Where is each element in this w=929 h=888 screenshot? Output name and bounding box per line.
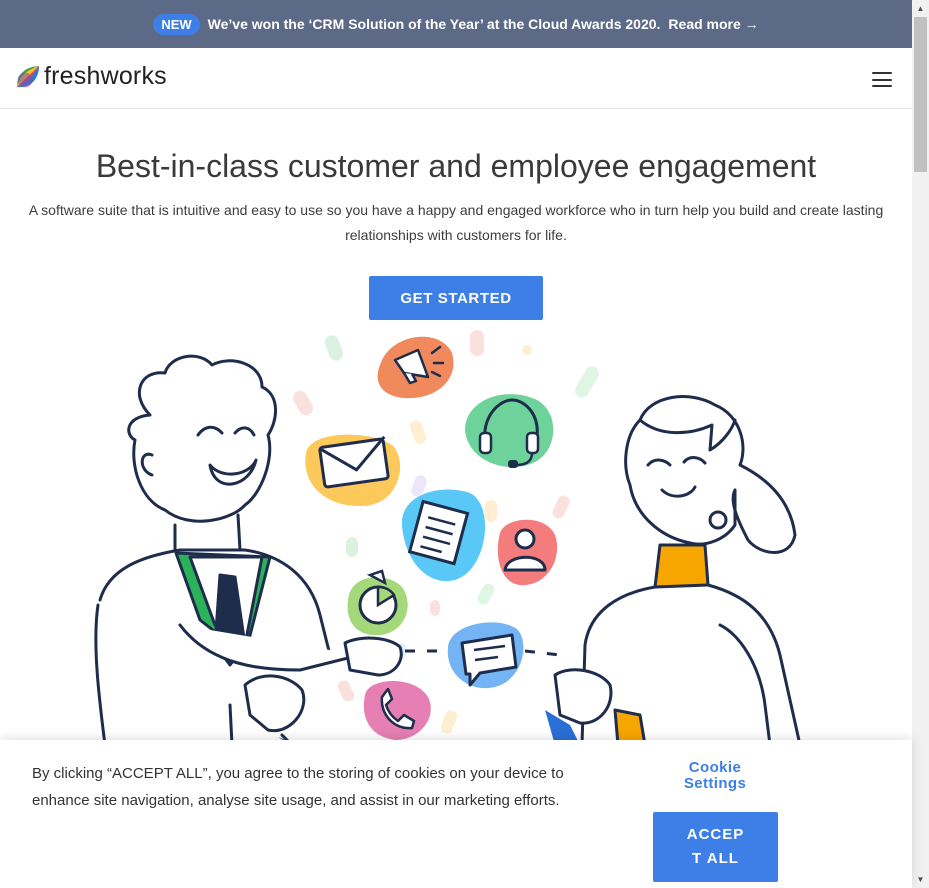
new-badge: NEW (153, 13, 200, 35)
hero-illustration (94, 330, 802, 745)
logo-wordmark: freshworks (44, 62, 167, 90)
announcement-text: We’ve won the ‘CRM Solution of the Year’… (207, 16, 661, 32)
megaphone-icon (377, 336, 454, 399)
freshworks-logo-icon (17, 65, 39, 87)
page-scrollbar[interactable]: ▲ ▼ (912, 0, 929, 888)
cookie-consent-text: By clicking “ACCEPT ALL”, you agree to t… (32, 765, 564, 809)
cookie-settings-link[interactable]: Cookie Settings (668, 760, 762, 792)
hamburger-menu-icon[interactable] (872, 72, 892, 87)
envelope-icon (305, 434, 401, 507)
scroll-up-arrow-icon[interactable]: ▲ (912, 0, 929, 17)
pie-chart-icon (347, 569, 408, 636)
hero-subtitle: A software suite that is intuitive and e… (28, 202, 884, 243)
chat-icon (447, 622, 524, 689)
woman-illustration (545, 395, 802, 745)
scroll-thumb[interactable] (914, 17, 927, 172)
get-started-button[interactable]: GET STARTED (369, 276, 543, 320)
headset-icon (465, 394, 554, 468)
scroll-down-arrow-icon[interactable]: ▼ (912, 871, 929, 888)
phone-icon (363, 681, 431, 740)
user-icon (497, 519, 558, 586)
hero-title: Best-in-class customer and employee enga… (95, 148, 817, 184)
accept-all-button[interactable]: ACCEPT ALL (653, 812, 778, 882)
document-icon (401, 489, 486, 582)
announcement-bar: NEW We’ve won the ‘CRM Solution of the Y… (0, 0, 912, 48)
cookie-banner: By clicking “ACCEPT ALL”, you agree to t… (0, 740, 912, 888)
site-header: freshworks (0, 48, 912, 109)
freshworks-logo[interactable]: freshworks (14, 62, 167, 91)
read-more-link[interactable]: Read more → (668, 16, 758, 32)
